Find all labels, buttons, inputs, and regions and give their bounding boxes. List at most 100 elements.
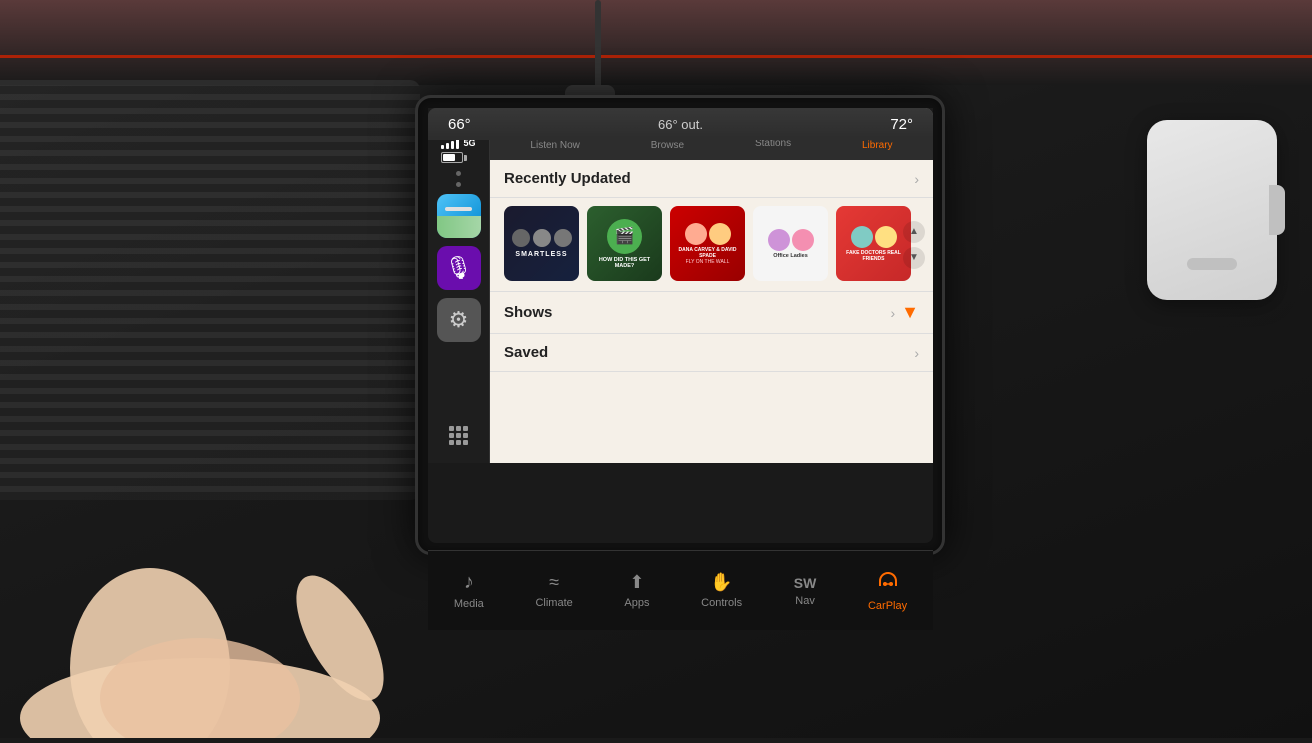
temp-out: 66° out.: [658, 117, 703, 132]
carplay-icon: [876, 570, 900, 596]
office-cover: Office Ladies: [753, 206, 828, 281]
podcast-office[interactable]: Office Ladies: [753, 206, 828, 281]
dashboard-top: [0, 0, 1312, 85]
signal-bars: [441, 139, 459, 149]
office-faces: [768, 229, 814, 251]
saved-title: Saved: [504, 344, 548, 361]
shows-right: › ▼: [891, 302, 920, 323]
signal-bar-2: [446, 143, 449, 149]
howdid-title: HOW DID THIS GET MADE?: [591, 257, 658, 269]
device-button: [1269, 185, 1285, 235]
battery-fill: [443, 154, 455, 161]
podcast-howdid[interactable]: 🎬 HOW DID THIS GET MADE?: [587, 206, 662, 281]
nav-carplay[interactable]: CarPlay: [868, 570, 907, 612]
dana-title: DANA CARVEY & DAVID SPADE: [673, 247, 742, 259]
podcasts-icon: 🎙: [445, 255, 473, 281]
apps-icon: ⬆: [629, 572, 644, 593]
recently-updated-chevron: ›: [914, 171, 919, 187]
maps-land: [437, 216, 481, 238]
fake-face-1: [851, 226, 873, 248]
fake-cover: FAKE DOCTORS REAL FRIENDS: [836, 206, 911, 281]
stitching-line: [0, 55, 1312, 58]
fake-title: FAKE DOCTORS REAL FRIENDS: [839, 250, 908, 262]
wireless-charger: [1147, 120, 1277, 300]
saved-row[interactable]: Saved ›: [490, 334, 933, 372]
content-body[interactable]: Recently Updated ›: [490, 160, 933, 463]
sidebar-app-maps[interactable]: [437, 194, 481, 238]
sidebar-app-settings[interactable]: ⚙: [437, 298, 481, 342]
shows-down-arrow[interactable]: ▼: [901, 302, 919, 323]
controls-label: Controls: [701, 597, 742, 609]
saved-chevron: ›: [914, 345, 919, 361]
controls-icon: ✋: [710, 572, 732, 593]
smartless-content: SMARTLESS: [512, 229, 572, 258]
howdid-emoji: 🎬: [615, 226, 635, 246]
grid-dot-1: [449, 426, 454, 431]
carplay-label: CarPlay: [868, 600, 907, 612]
temp-right: 72°: [890, 116, 913, 133]
screen-content: 10:12 5G: [428, 108, 933, 543]
fake-face-2: [875, 226, 897, 248]
scroll-up-arrow[interactable]: ▲: [903, 221, 925, 243]
signal-bar-4: [456, 139, 459, 149]
face-3: [554, 229, 572, 247]
maps-road: [445, 207, 471, 211]
nav-controls[interactable]: ✋ Controls: [701, 572, 742, 609]
shows-title: Shows: [504, 304, 552, 321]
dana-subtitle: FLY ON THE WALL: [686, 259, 730, 265]
smartless-title: SMARTLESS: [515, 251, 567, 258]
face-1: [512, 229, 530, 247]
podcast-smartless[interactable]: SMARTLESS: [504, 206, 579, 281]
device-indicator: [1187, 258, 1237, 270]
vent-left: [0, 80, 420, 500]
nav-nav-icon: SW: [794, 575, 817, 591]
dana-face-2: [709, 223, 731, 245]
podcast-row: SMARTLESS 🎬 HOW DID THIS GET MADE?: [490, 198, 933, 292]
podcast-dana[interactable]: DANA CARVEY & DAVID SPADE FLY ON THE WAL…: [670, 206, 745, 281]
grid-dot-2: [456, 426, 461, 431]
nav-climate[interactable]: ≈ Climate: [535, 572, 572, 609]
sidebar-dot-2: [456, 182, 461, 187]
grid-dot-3: [463, 426, 468, 431]
carplay-area: 10:12 5G: [428, 108, 933, 463]
office-face-1: [768, 229, 790, 251]
dana-face-1: [685, 223, 707, 245]
apps-label: Apps: [624, 597, 649, 609]
signal-bar-1: [441, 145, 444, 149]
sidebar-app-podcasts[interactable]: 🎙: [437, 246, 481, 290]
recently-updated-title: Recently Updated: [504, 170, 631, 187]
podcast-fake-doctors[interactable]: FAKE DOCTORS REAL FRIENDS: [836, 206, 911, 281]
temp-left: 66°: [448, 116, 471, 133]
howdid-cover: 🎬 HOW DID THIS GET MADE?: [587, 206, 662, 281]
shows-row[interactable]: Shows › ▼: [490, 292, 933, 334]
recently-updated-row[interactable]: Recently Updated ›: [490, 160, 933, 198]
settings-icon: ⚙: [449, 307, 469, 333]
nav-apps[interactable]: ⬆ Apps: [624, 572, 649, 609]
bottom-nav: ♪ Media ≈ Climate ⬆ Apps ✋ Controls SW N…: [428, 550, 933, 630]
browse-label: Browse: [651, 140, 684, 151]
howdid-image: 🎬: [607, 219, 642, 254]
smartless-faces: [512, 229, 572, 247]
main-content: ▶ Listen Now ⊞ Browse ((·)) Stations ☰ L…: [490, 108, 933, 463]
climate-label: Climate: [535, 597, 572, 609]
climate-icon: ≈: [549, 572, 559, 593]
temp-bar: 66° 66° out. 72°: [428, 108, 933, 140]
nav-nav[interactable]: SW Nav: [794, 575, 817, 607]
nav-label: Nav: [795, 595, 815, 607]
scroll-down-arrow[interactable]: ▼: [903, 247, 925, 269]
sidebar: 10:12 5G: [428, 108, 490, 463]
scroll-arrows: ▲ ▼: [903, 221, 925, 269]
dana-cover: DANA CARVEY & DAVID SPADE FLY ON THE WAL…: [670, 206, 745, 281]
fake-faces: [851, 226, 897, 248]
face-2: [533, 229, 551, 247]
library-label: Library: [862, 140, 893, 151]
sidebar-dot-1: [456, 171, 461, 176]
hand-overlay: [0, 438, 500, 738]
office-face-2: [792, 229, 814, 251]
smartless-cover: SMARTLESS: [504, 206, 579, 281]
shows-chevron: ›: [891, 305, 896, 321]
listen-now-label: Listen Now: [530, 140, 579, 151]
office-title: Office Ladies: [773, 253, 808, 259]
dana-faces: [685, 223, 731, 245]
signal-bar-3: [451, 141, 454, 149]
